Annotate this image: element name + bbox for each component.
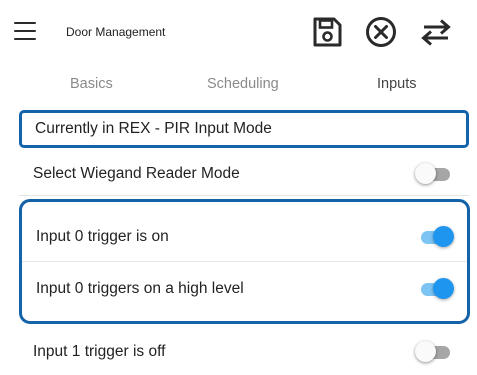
door-management-screen: Door Management Basics Scheduling Inputs… — [0, 0, 477, 375]
setting-row-input-0-high-level: Input 0 triggers on a high level — [22, 263, 467, 315]
tab-inputs[interactable]: Inputs — [377, 76, 417, 92]
setting-label: Input 0 trigger is on — [36, 227, 169, 245]
wiegand-reader-mode-toggle[interactable] — [415, 162, 451, 185]
toggle-thumb — [433, 225, 454, 247]
input-0-high-level-toggle[interactable] — [418, 278, 454, 300]
tab-bar: Basics Scheduling Inputs — [0, 70, 477, 104]
toggle-thumb — [415, 162, 436, 184]
page-title: Door Management — [66, 25, 166, 39]
tab-scheduling[interactable]: Scheduling — [207, 76, 279, 92]
setting-label: Input 0 triggers on a high level — [36, 280, 244, 297]
hamburger-menu-icon[interactable] — [14, 22, 36, 42]
toggle-thumb — [415, 341, 436, 362]
input-0-settings-group: Input 0 trigger is on Input 0 triggers o… — [19, 199, 470, 324]
setting-row-input-0-trigger: Input 0 trigger is on — [22, 212, 467, 262]
setting-label: Select Wiegand Reader Mode — [33, 164, 240, 182]
input-0-trigger-toggle[interactable] — [418, 225, 454, 248]
setting-row-input-1-trigger: Input 1 trigger is off — [19, 330, 469, 374]
cancel-icon[interactable] — [363, 14, 399, 50]
swap-arrows-icon[interactable] — [418, 14, 454, 50]
setting-row-wiegand-reader-mode: Select Wiegand Reader Mode — [19, 152, 469, 196]
toggle-thumb — [433, 278, 454, 299]
input-1-trigger-toggle[interactable] — [415, 341, 451, 363]
input-mode-text: Currently in REX - PIR Input Mode — [35, 120, 272, 137]
setting-label: Input 1 trigger is off — [33, 343, 166, 360]
app-bar: Door Management — [0, 0, 477, 62]
tab-basics[interactable]: Basics — [70, 76, 113, 92]
save-icon[interactable] — [309, 14, 345, 50]
input-mode-banner[interactable]: Currently in REX - PIR Input Mode — [19, 110, 469, 148]
